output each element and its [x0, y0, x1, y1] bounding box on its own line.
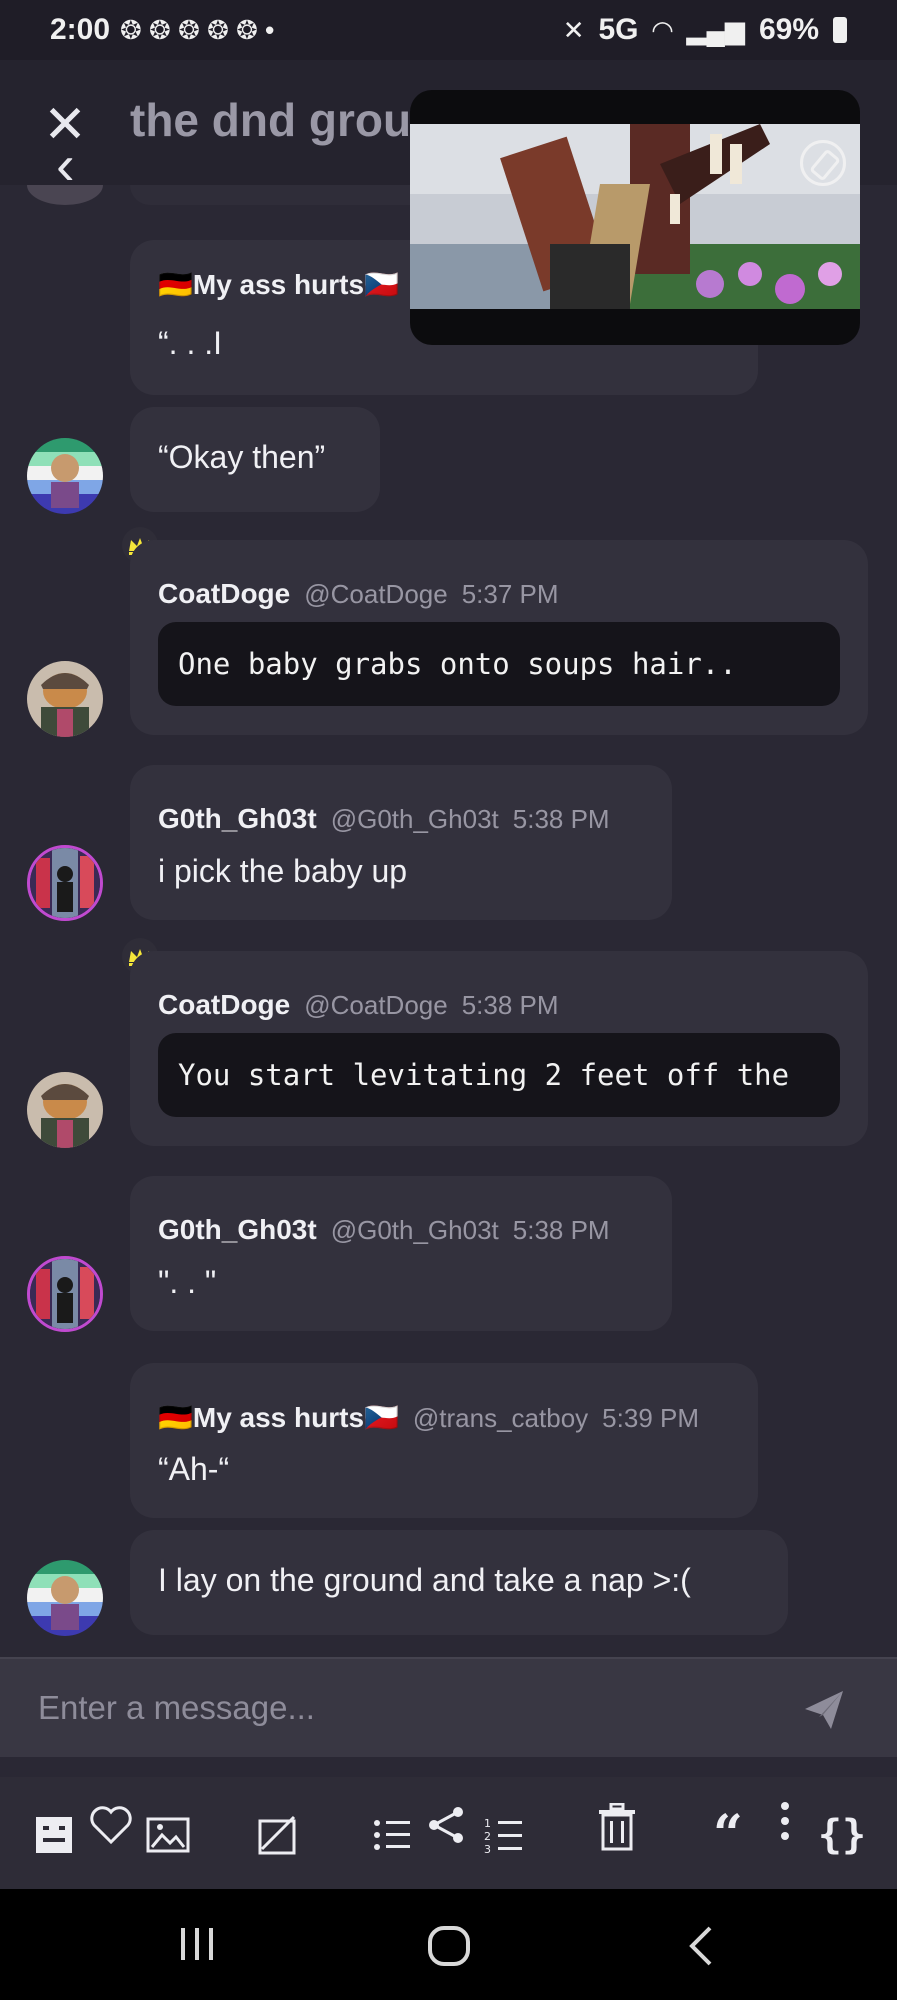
message-timestamp: 5:38 PM	[512, 804, 610, 834]
message-timestamp: 5:39 PM	[602, 1403, 699, 1433]
message-handle[interactable]: @G0th_Gh03t	[331, 804, 499, 835]
message-author[interactable]: CoatDoge	[158, 989, 290, 1021]
recent-apps-icon[interactable]	[177, 1924, 217, 1968]
home-icon[interactable]	[426, 1924, 472, 1968]
image-icon[interactable]	[145, 1807, 191, 1863]
message-text: I lay on the ground and take a nap >:(	[158, 1562, 691, 1598]
quote-icon[interactable]: “	[706, 1807, 750, 1863]
message-bubble[interactable]: 🇩🇪My ass hurts🇨🇿 @trans_catboy 5:39 PM “…	[130, 1363, 758, 1518]
message-bubble[interactable]: CoatDoge @CoatDoge 5:37 PM One baby grab…	[130, 540, 868, 735]
message-handle[interactable]: @G0th_Gh03t	[331, 1215, 499, 1246]
message-bubble[interactable]: G0th_Gh03t @G0th_Gh03t 5:38 PM ". . "	[130, 1176, 672, 1331]
message-author[interactable]: 🇩🇪My ass hurts🇨🇿	[158, 268, 399, 301]
message-handle[interactable]: @CoatDoge	[304, 579, 447, 610]
code-braces-icon[interactable]: {}	[818, 1807, 866, 1863]
avatar[interactable]	[27, 1072, 103, 1148]
rotate-icon[interactable]	[800, 140, 846, 186]
more-icon[interactable]	[778, 1793, 792, 1849]
spoiler-icon[interactable]	[34, 1807, 74, 1863]
message-author[interactable]: G0th_Gh03t	[158, 803, 317, 835]
message-author[interactable]: 🇩🇪My ass hurts🇨🇿	[158, 1401, 399, 1434]
message-bubble[interactable]: “Okay then”	[130, 407, 380, 512]
message-text: “. . .I	[158, 325, 222, 361]
message-text: “Okay then”	[158, 439, 326, 475]
code-block: You start levitating 2 feet off the	[158, 1033, 840, 1117]
code-block: One baby grabs onto soups hair..	[158, 622, 840, 706]
svg-text:3: 3	[484, 1843, 491, 1854]
message-timestamp: 5:38 PM	[512, 1215, 610, 1245]
message-text: “Ah-“	[158, 1451, 230, 1487]
message-timestamp: 5:37 PM	[461, 579, 559, 609]
message-list[interactable]: 🇩🇪My ass hurts🇨🇿 “. . .I “Okay then” Coa…	[0, 185, 897, 1655]
status-time: 2:00	[50, 13, 111, 46]
message-author[interactable]: CoatDoge	[158, 578, 290, 610]
message-composer[interactable]: Enter a message...	[0, 1657, 897, 1757]
battery-level: 69%	[758, 13, 819, 46]
back-arrow-icon[interactable]: ‹	[56, 137, 96, 193]
message-text: ". . "	[158, 1264, 217, 1300]
message-bubble[interactable]: G0th_Gh03t @G0th_Gh03t 5:38 PM i pick th…	[130, 765, 672, 920]
signal-icon: ▂▄▆	[686, 14, 745, 45]
system-navigation-bar	[0, 1889, 897, 2000]
send-icon[interactable]	[801, 1687, 847, 1733]
numbered-list-icon[interactable]: 123	[482, 1807, 526, 1863]
message-author[interactable]: G0th_Gh03t	[158, 1214, 317, 1246]
mute-icon: ✕	[562, 14, 585, 45]
message-bubble[interactable]: CoatDoge @CoatDoge 5:38 PM You start lev…	[130, 951, 868, 1146]
avatar[interactable]	[27, 845, 103, 921]
message-handle[interactable]: @CoatDoge	[304, 990, 447, 1021]
message-text: i pick the baby up	[158, 853, 408, 889]
avatar[interactable]	[27, 185, 103, 205]
message-input[interactable]: Enter a message...	[38, 1689, 315, 1727]
avatar[interactable]	[27, 1256, 103, 1332]
trash-icon[interactable]	[595, 1799, 639, 1855]
notification-icons: ❂ ❂ ❂ ❂ ❂ •	[120, 14, 275, 45]
bullet-list-icon[interactable]	[370, 1807, 414, 1863]
video-frame	[410, 124, 860, 309]
message-bubble[interactable]: I lay on the ground and take a nap >:(	[130, 1530, 788, 1635]
message-timestamp: 5:38 PM	[461, 990, 559, 1020]
status-bar: 2:00 ❂ ❂ ❂ ❂ ❂ • ✕ 5G ◠ ▂▄▆ 69%	[0, 0, 897, 60]
formatting-toolbar: 123 “ {}	[0, 1777, 897, 1889]
svg-text:1: 1	[484, 1817, 491, 1830]
svg-text:2: 2	[484, 1830, 491, 1843]
network-indicator: 5G	[598, 13, 639, 46]
share-icon[interactable]	[425, 1797, 469, 1853]
heart-icon[interactable]	[88, 1797, 134, 1853]
gif-icon[interactable]	[255, 1807, 301, 1863]
pip-video-player[interactable]	[410, 90, 860, 345]
message-handle[interactable]: @trans_catboy	[413, 1403, 588, 1434]
battery-icon	[833, 17, 847, 43]
avatar[interactable]	[27, 661, 103, 737]
chat-title: the dnd group	[130, 94, 440, 146]
wifi-icon: ◠	[652, 14, 673, 45]
back-icon[interactable]	[686, 1924, 716, 1968]
avatar[interactable]	[27, 1560, 103, 1636]
avatar[interactable]	[27, 438, 103, 514]
